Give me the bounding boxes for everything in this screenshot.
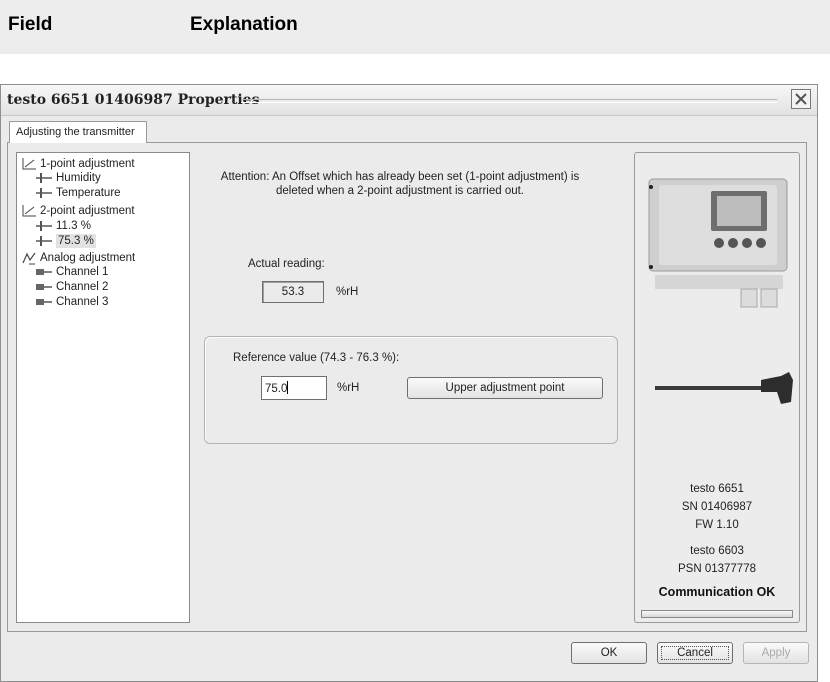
- actual-reading-value: 53.3: [262, 281, 324, 303]
- tree-label: 11.3 %: [56, 220, 91, 232]
- tree-label: Channel 2: [56, 281, 109, 293]
- tree-item-channel-3[interactable]: Channel 3: [35, 295, 108, 309]
- properties-dialog: testo 6651 01406987 Properties Adjusting…: [0, 84, 818, 682]
- humidity-probe-image: [655, 372, 793, 404]
- adjustment-tree: 1-point adjustment Humidity Temperature: [16, 152, 190, 623]
- tab-adjusting-transmitter[interactable]: Adjusting the transmitter: [9, 121, 147, 143]
- tree-label: 75.3 %: [56, 234, 96, 248]
- tree-item-11-3-percent[interactable]: 11.3 %: [35, 219, 91, 233]
- tab-panel: 1-point adjustment Humidity Temperature: [7, 142, 807, 632]
- channel-plug-icon: [36, 269, 52, 275]
- ok-button[interactable]: OK: [571, 642, 647, 664]
- close-button[interactable]: [791, 89, 811, 109]
- sensor-probe-icon: [36, 221, 52, 231]
- tree-item-channel-2[interactable]: Channel 2: [35, 280, 108, 294]
- tree-label: Channel 1: [56, 266, 109, 278]
- upper-adjustment-point-button[interactable]: Upper adjustment point: [407, 377, 603, 399]
- device-firmware: FW 1.10: [695, 519, 739, 531]
- tree-label: Humidity: [56, 172, 101, 184]
- adjustment-chart-icon: [22, 158, 36, 170]
- status-progress-bar: [641, 610, 793, 618]
- actual-reading-unit: %rH: [336, 286, 359, 298]
- tree-item-channel-1[interactable]: Channel 1: [35, 265, 108, 279]
- column-header-explanation: Explanation: [190, 14, 298, 35]
- window-title: testo 6651 01406987 Properties: [7, 92, 260, 108]
- sensor-probe-icon: [36, 236, 52, 246]
- tree-item-75-3-percent[interactable]: 75.3 %: [35, 234, 96, 248]
- reference-value-input[interactable]: 75.0: [261, 376, 327, 400]
- channel-plug-icon: [36, 299, 52, 305]
- adjustment-chart-icon: [22, 205, 36, 217]
- tree-item-1-point-adjustment[interactable]: 1-point adjustment: [21, 157, 135, 171]
- column-header-field: Field: [8, 14, 53, 35]
- text-cursor: [287, 381, 289, 394]
- reference-value-label: Reference value (74.3 - 76.3 %):: [233, 352, 400, 364]
- actual-reading-label: Actual reading:: [248, 258, 325, 270]
- title-groove: [241, 99, 777, 103]
- tree-item-2-point-adjustment[interactable]: 2-point adjustment: [21, 204, 135, 218]
- title-bar: testo 6651 01406987 Properties: [1, 85, 817, 116]
- sensor-probe-icon: [36, 173, 52, 183]
- apply-button[interactable]: Apply: [743, 642, 809, 664]
- reference-value-group: Reference value (74.3 - 76.3 %): 75.0 %r…: [204, 336, 618, 444]
- tree-label: Channel 3: [56, 296, 109, 308]
- transmitter-device-image: [648, 178, 788, 308]
- probe-model: testo 6603: [690, 545, 744, 557]
- channel-plug-icon: [36, 284, 52, 290]
- tree-item-temperature[interactable]: Temperature: [35, 186, 121, 200]
- tree-item-analog-adjustment[interactable]: Analog adjustment: [21, 251, 135, 265]
- focus-rectangle: [661, 646, 729, 660]
- communication-status: Communication OK: [658, 585, 776, 599]
- table-header: Field Explanation: [0, 0, 830, 54]
- device-serial: SN 01406987: [681, 501, 753, 513]
- tree-label: 2-point adjustment: [40, 205, 135, 217]
- tree-label: 1-point adjustment: [40, 158, 135, 170]
- analog-output-icon: [22, 252, 36, 265]
- tree-label: Analog adjustment: [40, 252, 136, 264]
- tree-label: Temperature: [56, 187, 121, 199]
- reference-value-text: 75.0: [265, 383, 288, 395]
- reference-value-unit: %rH: [337, 382, 360, 394]
- device-info-panel: testo 6651 SN 01406987 FW 1.10 testo 660…: [634, 152, 800, 623]
- attention-message: Attention: An Offset which has already b…: [220, 171, 580, 197]
- device-model: testo 6651: [690, 483, 744, 495]
- close-icon: [795, 93, 807, 105]
- cancel-button[interactable]: Cancel: [657, 642, 733, 664]
- sensor-probe-icon: [36, 188, 52, 198]
- probe-serial: PSN 01377778: [677, 563, 756, 575]
- tree-item-humidity[interactable]: Humidity: [35, 171, 101, 185]
